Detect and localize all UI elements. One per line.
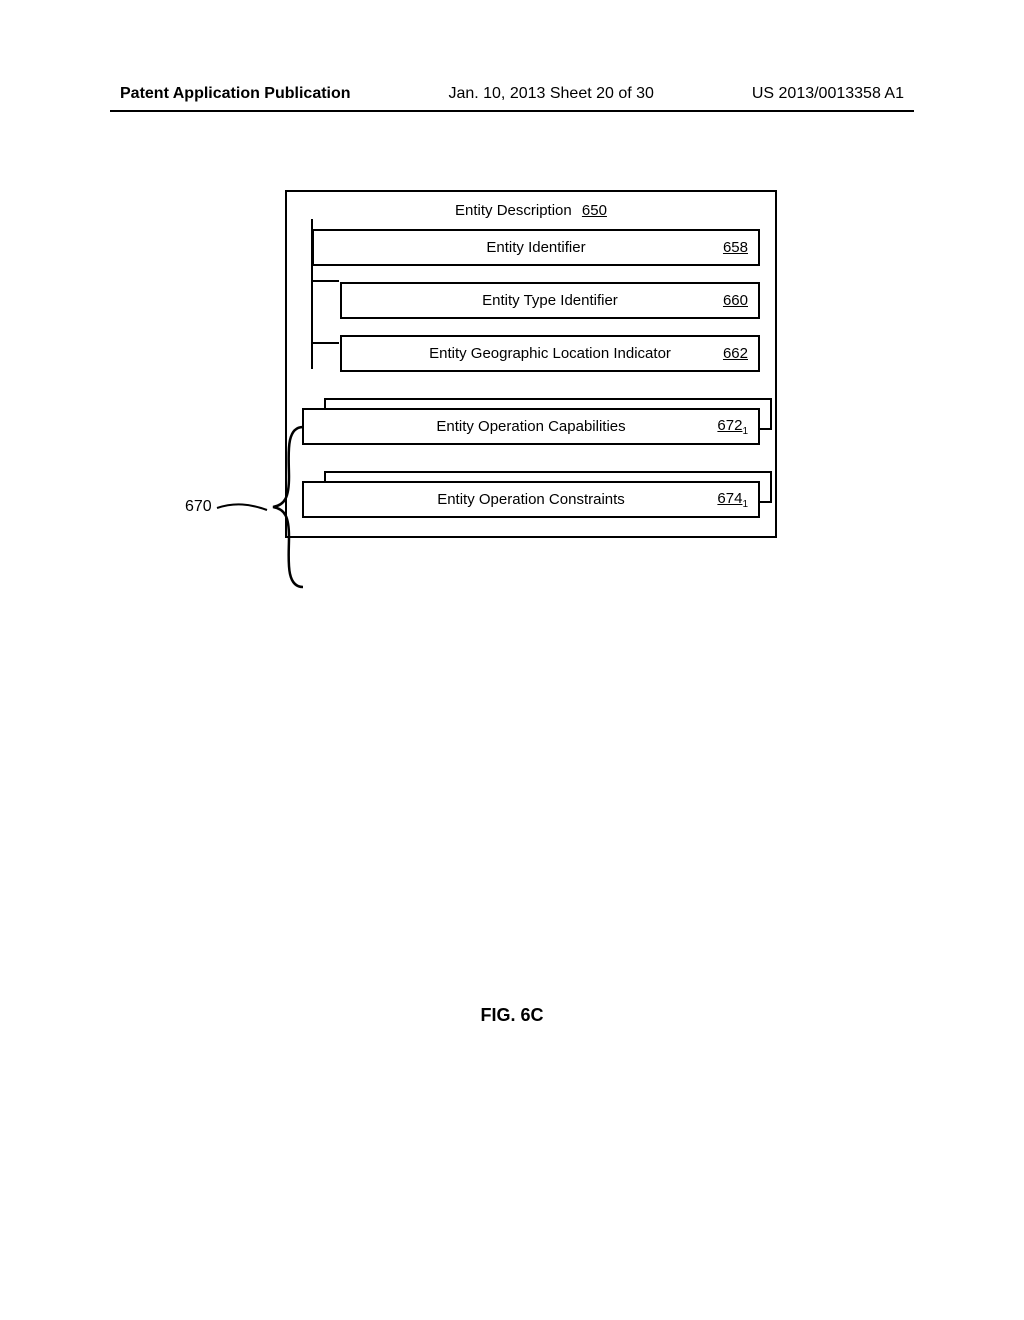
capabilities-front-ref: 6721 (717, 417, 748, 437)
entity-type-box: Entity Type Identifier 660 (340, 282, 760, 319)
capabilities-front-label: Entity Operation Capabilities (436, 418, 625, 435)
constraints-front-ref: 6741 (717, 490, 748, 510)
entity-type-label: Entity Type Identifier (482, 292, 618, 309)
header-center: Jan. 10, 2013 Sheet 20 of 30 (448, 85, 654, 103)
header-right: US 2013/0013358 A1 (752, 85, 904, 103)
header-rule (110, 110, 914, 112)
entity-description-title-text: Entity Description (455, 202, 572, 219)
entity-geo-ref: 662 (723, 345, 748, 362)
constraints-front-label: Entity Operation Constraints (437, 491, 625, 508)
entity-type-ref: 660 (723, 292, 748, 309)
entity-description-title: Entity Description 650 (302, 202, 760, 219)
capabilities-stack: Entity Operation Capabilities 6722 Entit… (302, 408, 760, 445)
header-left: Patent Application Publication (120, 85, 351, 103)
constraints-front-box: Entity Operation Constraints 6741 (302, 481, 760, 518)
constraints-stack: Entity Operation Constraints 6742 Entity… (302, 481, 760, 518)
curly-brace (265, 422, 305, 592)
group-ref-label: 670 (185, 498, 212, 516)
entity-identifier-box: Entity Identifier 658 (312, 229, 760, 266)
entity-geo-label: Entity Geographic Location Indicator (429, 345, 671, 362)
entity-geo-box: Entity Geographic Location Indicator 662 (340, 335, 760, 372)
figure-caption: FIG. 6C (0, 1005, 1024, 1026)
entity-description-title-ref: 650 (582, 202, 607, 219)
entity-description-box: Entity Description 650 Entity Identifier… (285, 190, 777, 538)
page-header: Patent Application Publication Jan. 10, … (120, 85, 904, 103)
capabilities-front-box: Entity Operation Capabilities 6721 (302, 408, 760, 445)
entity-identifier-label: Entity Identifier (486, 239, 585, 256)
entity-identifier-ref: 658 (723, 239, 748, 256)
lead-line (215, 500, 270, 520)
